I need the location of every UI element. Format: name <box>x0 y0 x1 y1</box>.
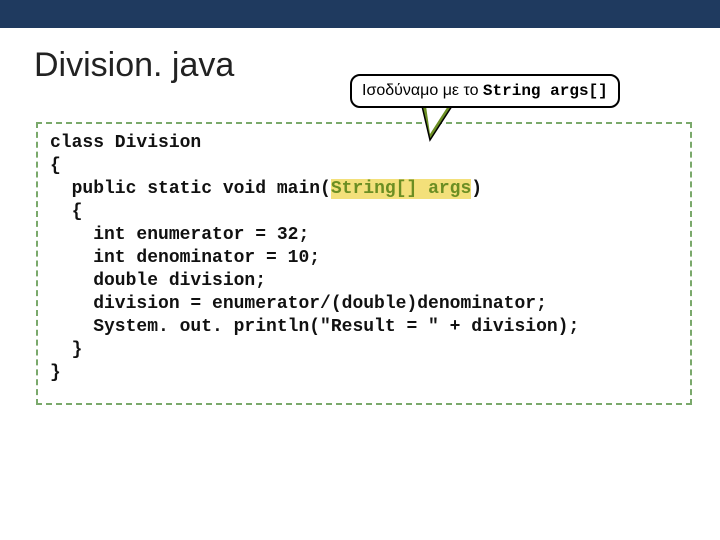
code-line-4: { <box>50 202 82 222</box>
code-line-3a: public static void main( <box>50 179 331 199</box>
code-line-2: { <box>50 156 61 176</box>
callout-text: Ισοδύναμο με το <box>362 82 483 99</box>
code-line-11: } <box>50 363 61 383</box>
callout-code: String args[] <box>483 82 608 100</box>
slide-top-bar <box>0 0 720 28</box>
code-line-9: System. out. println("Result = " + divis… <box>50 317 579 337</box>
code-line-7: double division; <box>50 271 266 291</box>
code-line-10: } <box>50 340 82 360</box>
code-block: class Division { public static void main… <box>36 122 692 405</box>
code-line-6: int denominator = 10; <box>50 248 320 268</box>
code-line-3c: ) <box>471 179 482 199</box>
code-highlight-args: String[] args <box>331 179 471 199</box>
callout-box: Ισοδύναμο με το String args[] <box>350 74 620 108</box>
code-line-8: division = enumerator/(double)denominato… <box>50 294 547 314</box>
code-line-1: class Division <box>50 133 201 153</box>
code-line-5: int enumerator = 32; <box>50 225 309 245</box>
code-content: class Division { public static void main… <box>50 132 678 385</box>
